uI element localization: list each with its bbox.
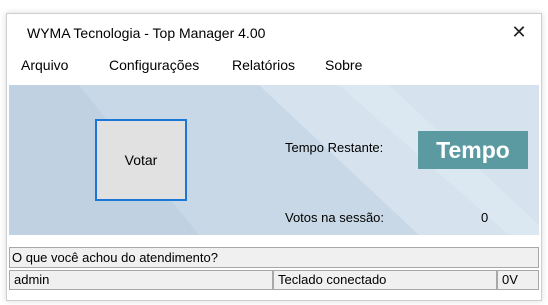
tempo-display: Tempo bbox=[418, 131, 528, 169]
menu-item-configuracoes[interactable]: Configurações bbox=[109, 57, 199, 73]
tempo-value: Tempo bbox=[436, 136, 510, 163]
menu-item-arquivo[interactable]: Arquivo bbox=[21, 57, 68, 73]
window-title: WYMA Tecnologia - Top Manager 4.00 bbox=[27, 25, 266, 41]
question-prompt: O que você achou do atendimento? bbox=[9, 247, 539, 268]
status-user: admin bbox=[9, 270, 273, 290]
votos-sessao-value: 0 bbox=[481, 210, 489, 225]
title-bar: WYMA Tecnologia - Top Manager 4.00 ✕ bbox=[7, 14, 541, 52]
vote-button[interactable]: Votar bbox=[95, 119, 187, 201]
main-panel: Votar Tempo Restante: Tempo Votos na ses… bbox=[9, 85, 539, 235]
status-keyboard: Teclado conectado bbox=[273, 270, 497, 290]
menu-item-sobre[interactable]: Sobre bbox=[325, 57, 362, 73]
tempo-restante-label: Tempo Restante: bbox=[285, 140, 384, 155]
menu-bar: Arquivo Configurações Relatórios Sobre bbox=[7, 52, 541, 78]
vote-button-label: Votar bbox=[124, 152, 158, 168]
close-icon[interactable]: ✕ bbox=[507, 20, 531, 44]
app-window: WYMA Tecnologia - Top Manager 4.00 ✕ Arq… bbox=[6, 13, 542, 301]
menu-item-relatorios[interactable]: Relatórios bbox=[232, 57, 295, 73]
status-bar: admin Teclado conectado 0V bbox=[9, 270, 539, 290]
status-voltage: 0V bbox=[497, 270, 539, 290]
votos-sessao-label: Votos na sessão: bbox=[285, 210, 385, 225]
